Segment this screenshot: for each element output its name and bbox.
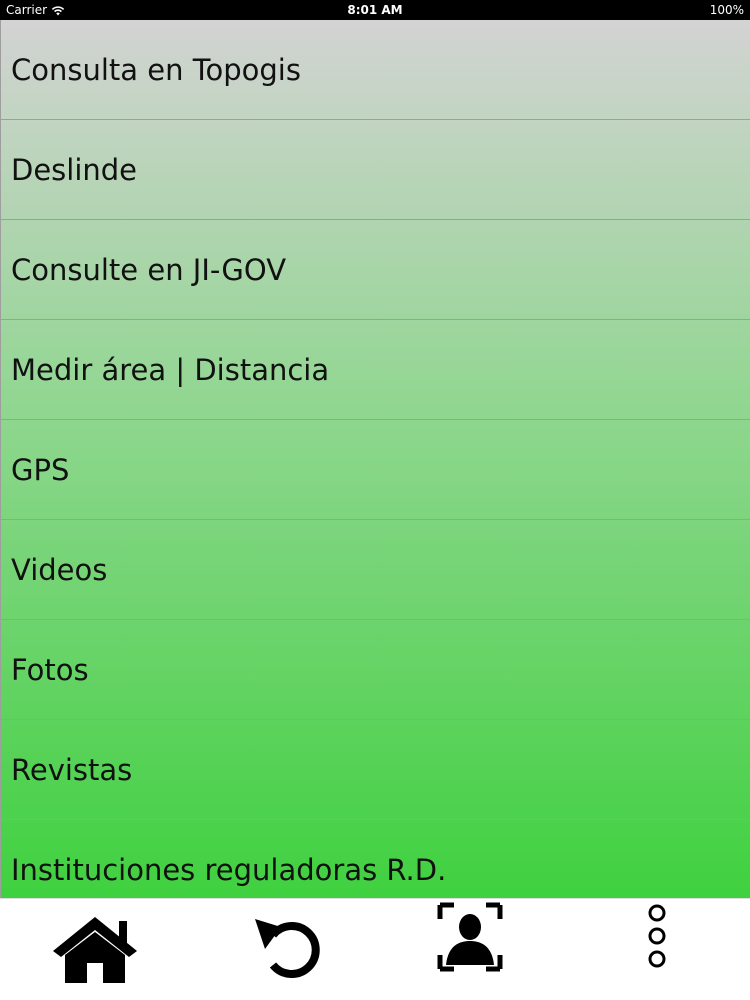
menu-item-consulte-ji-gov[interactable]: Consulte en JI-GOV [0,220,750,320]
menu-item-medir-area[interactable]: Medir área | Distancia [0,320,750,420]
refresh-icon [255,919,320,978]
menu-item-label: Fotos [11,652,89,687]
menu-item-label: GPS [11,452,70,487]
menu-item-revistas[interactable]: Revistas [0,720,750,820]
menu-item-instituciones[interactable]: Instituciones reguladoras R.D. [0,820,750,898]
menu-item-label: Videos [11,552,108,587]
status-time: 8:01 AM [347,3,403,17]
more-button[interactable] [597,899,717,999]
tab-bar [0,898,750,1000]
menu-item-deslinde[interactable]: Deslinde [0,120,750,220]
menu-item-label: Consulta en Topogis [11,52,301,87]
home-button[interactable] [35,899,155,999]
menu-item-label: Medir área | Distancia [11,352,330,387]
menu-list: Consulta en Topogis Deslinde Consulte en… [0,20,750,898]
status-bar: Carrier 8:01 AM 100% [0,0,750,20]
home-icon [53,917,137,983]
menu-item-label: Revistas [11,752,133,787]
more-icon [648,904,666,968]
menu-item-label: Consulte en JI-GOV [11,252,287,287]
battery-label: 100% [709,3,744,17]
menu-item-consulta-topogis[interactable]: Consulta en Topogis [0,20,750,120]
menu-item-fotos[interactable]: Fotos [0,620,750,720]
menu-item-videos[interactable]: Videos [0,520,750,620]
refresh-button[interactable] [225,899,345,999]
contact-button[interactable] [410,899,530,999]
menu-item-gps[interactable]: GPS [0,420,750,520]
menu-item-label: Instituciones reguladoras R.D. [11,852,447,887]
contact-icon [437,902,503,972]
menu-item-label: Deslinde [11,152,138,187]
